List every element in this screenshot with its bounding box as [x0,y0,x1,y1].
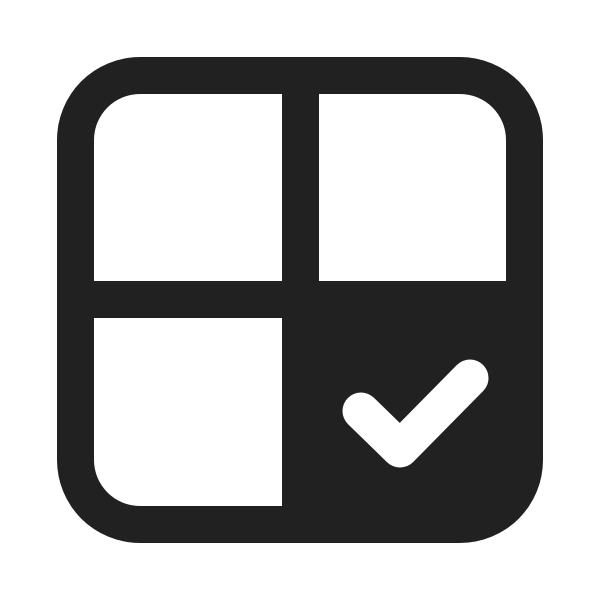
grid-checkmark-icon [57,57,543,543]
grid-cell-checked [300,300,515,515]
icon-canvas [0,0,600,600]
